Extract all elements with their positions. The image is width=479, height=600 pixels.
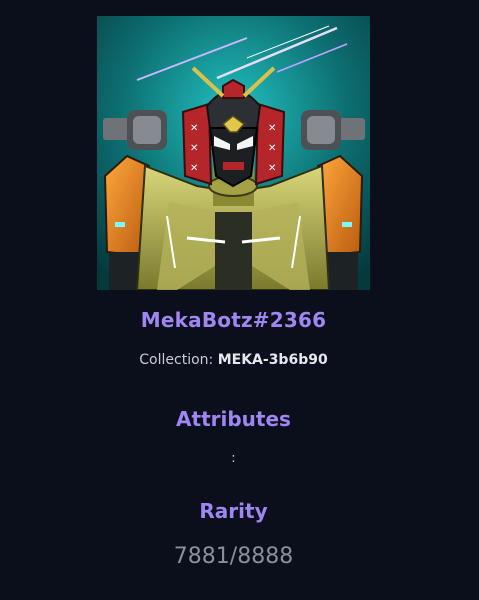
svg-text:✕: ✕	[190, 123, 198, 134]
svg-text:✕: ✕	[190, 163, 198, 174]
rarity-value: 7881/8888	[173, 544, 294, 569]
rarity-heading: Rarity	[199, 499, 268, 523]
svg-text:✕: ✕	[268, 163, 276, 174]
attributes-separator: :	[231, 451, 236, 466]
collection-line: Collection: MEKA-3b6b90	[0, 352, 467, 368]
mech-robot-artwork: ✕ ✕ ✕ ✕ ✕ ✕	[97, 16, 370, 290]
collection-value: MEKA-3b6b90	[217, 352, 328, 368]
collection-label: Collection:	[139, 352, 214, 368]
nft-title: MekaBotz#2366	[140, 308, 327, 332]
svg-text:✕: ✕	[268, 123, 276, 134]
svg-text:✕: ✕	[268, 143, 276, 154]
svg-text:✕: ✕	[190, 143, 198, 154]
attributes-heading: Attributes	[176, 407, 291, 431]
nft-image: ✕ ✕ ✕ ✕ ✕ ✕	[97, 16, 370, 290]
